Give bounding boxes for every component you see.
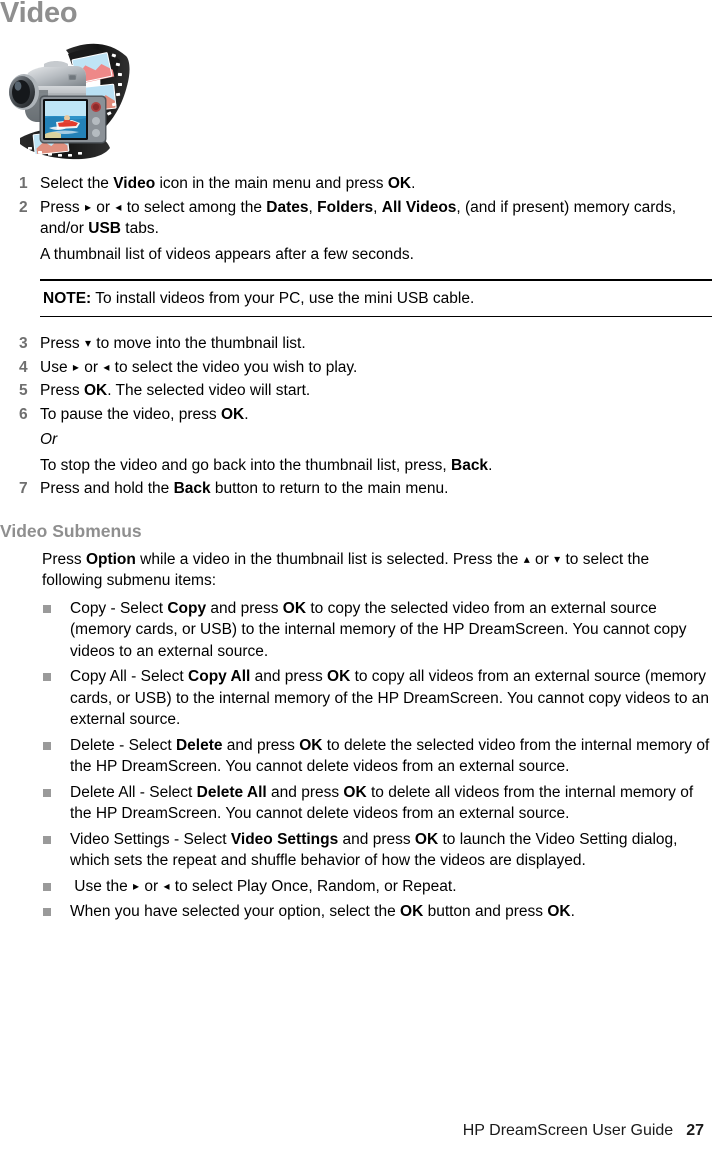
list-item: Delete - Select Delete and press OK to d… bbox=[0, 735, 712, 778]
up-arrow-icon: ▴ bbox=[523, 551, 530, 566]
list-item: Delete All - Select Delete All and press… bbox=[0, 782, 712, 825]
step-number: 4 bbox=[19, 358, 28, 376]
section-title: Video Submenus bbox=[0, 520, 142, 541]
step-alt-text: To stop the video and go back into the t… bbox=[40, 456, 493, 474]
content-column: 1 Select the Video icon in the main menu… bbox=[0, 173, 712, 927]
step-text: Press ▸ or ◂ to select among the Dates, … bbox=[40, 198, 677, 238]
bullet-square-icon bbox=[43, 673, 51, 681]
step-text: Press ▾ to move into the thumbnail list. bbox=[40, 335, 306, 352]
step-text: Press OK. The selected video will start. bbox=[40, 382, 311, 399]
bullet-square-icon bbox=[43, 741, 51, 750]
step-item: 7 Press and hold the Back button to retu… bbox=[0, 478, 712, 500]
step-extra-text: A thumbnail list of videos appears after… bbox=[40, 245, 414, 263]
left-arrow-icon: ◂ bbox=[163, 878, 170, 893]
step-item: 3 Press ▾ to move into the thumbnail lis… bbox=[0, 333, 712, 355]
note-block: NOTE: To install videos from your PC, us… bbox=[0, 279, 712, 317]
step-item: 4 Use ▸ or ◂ to select the video you wis… bbox=[0, 357, 712, 379]
step-number: 6 bbox=[19, 405, 28, 423]
step-item: 1 Select the Video icon in the main menu… bbox=[0, 173, 712, 195]
step-text: Use ▸ or ◂ to select the video you wish … bbox=[40, 358, 358, 376]
step-text: Press and hold the Back button to return… bbox=[40, 480, 449, 497]
list-item: When you have selected your option, sele… bbox=[0, 901, 712, 923]
step-item: 2 Press ▸ or ◂ to select among the Dates… bbox=[0, 197, 712, 266]
step-text: Select the Video icon in the main menu a… bbox=[40, 175, 416, 192]
note-label: NOTE: bbox=[43, 289, 92, 307]
bullet-square-icon bbox=[43, 604, 51, 613]
right-arrow-icon: ▸ bbox=[84, 199, 91, 214]
step-number: 7 bbox=[19, 480, 28, 497]
step-item: 5 Press OK. The selected video will star… bbox=[0, 380, 712, 402]
page-title: Video bbox=[0, 0, 78, 29]
step-item: 6 To pause the video, press OK. Or To st… bbox=[0, 404, 712, 477]
right-arrow-icon: ▸ bbox=[133, 878, 140, 893]
step-text: To pause the video, press OK. bbox=[40, 405, 249, 423]
footer-guide-title: HP DreamScreen User Guide bbox=[462, 1122, 674, 1139]
submenu-bullet-list: Copy - Select Copy and press OK to copy … bbox=[0, 598, 712, 923]
bullet-square-icon bbox=[43, 788, 51, 797]
list-item: Use the ▸ or ◂ to select Play Once, Rand… bbox=[0, 876, 712, 898]
right-arrow-icon: ▸ bbox=[72, 359, 79, 374]
note-rule-bottom bbox=[40, 315, 712, 317]
down-arrow-icon: ▾ bbox=[554, 551, 561, 566]
step-number: 3 bbox=[19, 335, 28, 352]
left-arrow-icon: ◂ bbox=[115, 199, 122, 214]
camcorder-filmstrip-image bbox=[4, 34, 132, 164]
camcorder-lens bbox=[9, 74, 39, 110]
step-or-label: Or bbox=[40, 431, 58, 448]
camcorder-lcd-panel bbox=[39, 95, 107, 144]
note-body-text: To install videos from your PC, use the … bbox=[91, 289, 475, 307]
footer-page-number: 27 bbox=[686, 1122, 704, 1139]
list-item: Copy All - Select Copy All and press OK … bbox=[0, 666, 712, 731]
step-number: 5 bbox=[19, 382, 28, 399]
bullet-square-icon bbox=[43, 835, 51, 844]
bullet-square-icon bbox=[43, 882, 51, 891]
page-footer: HP DreamScreen User Guide 27 bbox=[0, 1121, 712, 1141]
note-text: NOTE: To install videos from your PC, us… bbox=[0, 281, 712, 316]
document-page: Video 1 Select the Video icon in the mai… bbox=[0, 0, 712, 1159]
step-number: 1 bbox=[19, 175, 28, 192]
list-item: Copy - Select Copy and press OK to copy … bbox=[0, 598, 712, 663]
bullet-square-icon bbox=[43, 908, 51, 916]
left-arrow-icon: ◂ bbox=[103, 359, 110, 374]
step-number: 2 bbox=[19, 198, 28, 216]
list-item: Video Settings - Select Video Settings a… bbox=[0, 829, 712, 872]
submenu-intro-text: Press Option while a video in the thumbn… bbox=[42, 550, 650, 590]
down-arrow-icon: ▾ bbox=[84, 336, 91, 350]
